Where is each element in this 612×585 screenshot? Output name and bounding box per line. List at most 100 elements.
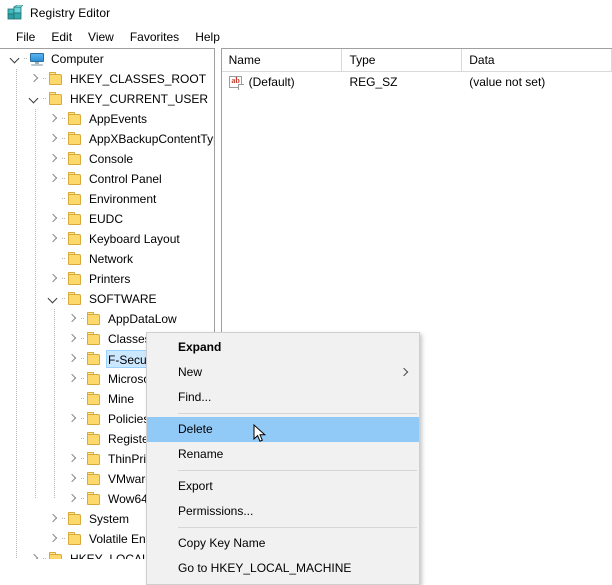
context-menu-item-label: New xyxy=(178,365,203,379)
tree-leaf-spacer xyxy=(46,189,62,209)
tree-item[interactable]: Control Panel xyxy=(0,169,214,189)
chevron-right-icon[interactable] xyxy=(65,469,81,489)
chevron-right-icon[interactable] xyxy=(46,509,62,529)
chevron-right-icon[interactable] xyxy=(65,409,81,429)
tree-item[interactable]: SOFTWARE xyxy=(0,289,214,309)
chevron-right-icon[interactable] xyxy=(65,329,81,349)
menu-edit[interactable]: Edit xyxy=(43,28,80,46)
chevron-right-icon[interactable] xyxy=(65,309,81,329)
context-menu-item-permissions[interactable]: Permissions... xyxy=(147,499,419,524)
folder-icon xyxy=(86,472,102,486)
context-menu-item-go-to-hkey-local-machine[interactable]: Go to HKEY_LOCAL_MACHINE xyxy=(147,556,419,581)
context-menu-separator xyxy=(178,527,417,528)
folder-icon xyxy=(48,92,64,106)
chevron-right-icon[interactable] xyxy=(65,489,81,509)
context-menu-separator xyxy=(178,470,417,471)
tree-item[interactable]: Printers xyxy=(0,269,214,289)
menu-favorites[interactable]: Favorites xyxy=(122,28,187,46)
tree-item[interactable]: Console xyxy=(0,149,214,169)
context-menu-item-label: Rename xyxy=(178,447,224,461)
tree-guide-line xyxy=(35,109,36,499)
context-menu-item-export[interactable]: Export xyxy=(147,474,419,499)
window-title: Registry Editor xyxy=(30,6,111,20)
chevron-down-icon[interactable] xyxy=(27,89,43,109)
chevron-down-icon[interactable] xyxy=(46,289,62,309)
chevron-right-icon[interactable] xyxy=(46,529,62,549)
tree-item-label: System xyxy=(89,512,130,526)
folder-icon xyxy=(67,152,83,166)
folder-icon xyxy=(67,212,83,226)
chevron-right-icon[interactable] xyxy=(65,369,81,389)
tree-item-label: Printers xyxy=(89,272,131,286)
context-menu-item-new[interactable]: New xyxy=(147,360,419,385)
tree-item-label: Control Panel xyxy=(89,172,162,186)
tree-item[interactable]: HKEY_CURRENT_USER xyxy=(0,89,214,109)
menu-file[interactable]: File xyxy=(8,28,43,46)
value-name-cell: ab (Default) xyxy=(222,72,343,93)
folder-icon xyxy=(48,72,64,86)
menu-bar: File Edit View Favorites Help xyxy=(0,26,612,48)
context-menu-item-delete[interactable]: Delete xyxy=(147,417,419,442)
context-menu-item-find[interactable]: Find... xyxy=(147,385,419,410)
context-menu-item-label: Copy Key Name xyxy=(178,536,266,550)
chevron-right-icon[interactable] xyxy=(65,349,81,369)
tree-item[interactable]: Network xyxy=(0,249,214,269)
column-header-data[interactable]: Data xyxy=(462,49,612,72)
menu-help[interactable]: Help xyxy=(187,28,228,46)
folder-icon xyxy=(67,272,83,286)
chevron-right-icon[interactable] xyxy=(46,149,62,169)
menu-view[interactable]: View xyxy=(80,28,122,46)
tree-item[interactable]: EUDC xyxy=(0,209,214,229)
folder-icon xyxy=(67,512,83,526)
context-menu[interactable]: Expand New Find... Delete Rename Export Permis… xyxy=(146,332,420,585)
tree-item[interactable]: Keyboard Layout xyxy=(0,229,214,249)
chevron-right-icon[interactable] xyxy=(46,109,62,129)
column-header-type[interactable]: Type xyxy=(342,49,463,72)
context-menu-item-copy-key-name[interactable]: Copy Key Name xyxy=(147,531,419,556)
chevron-right-icon[interactable] xyxy=(46,229,62,249)
folder-icon xyxy=(86,432,102,446)
tree-item[interactable]: AppEvents xyxy=(0,109,214,129)
folder-icon xyxy=(67,132,83,146)
chevron-right-icon[interactable] xyxy=(27,69,43,89)
chevron-right-icon[interactable] xyxy=(46,129,62,149)
column-header-name[interactable]: Name xyxy=(222,49,343,72)
chevron-right-icon[interactable] xyxy=(65,449,81,469)
registry-editor-icon xyxy=(7,4,24,21)
string-value-icon: ab xyxy=(228,75,244,90)
chevron-right-icon[interactable] xyxy=(27,549,43,559)
tree-leaf-spacer xyxy=(65,429,81,449)
chevron-right-icon[interactable] xyxy=(46,209,62,229)
chevron-down-icon[interactable] xyxy=(8,49,24,69)
values-list: ab (Default) REG_SZ (value not set) xyxy=(222,72,612,93)
folder-icon xyxy=(86,412,102,426)
folder-icon xyxy=(86,332,102,346)
folder-icon xyxy=(86,392,102,406)
tree-guide-line xyxy=(54,309,55,499)
tree-item[interactable]: AppDataLow xyxy=(0,309,214,329)
tree-item[interactable]: Computer xyxy=(0,49,214,69)
tree-item[interactable]: Environment xyxy=(0,189,214,209)
chevron-right-icon[interactable] xyxy=(46,169,62,189)
value-row[interactable]: ab (Default) REG_SZ (value not set) xyxy=(222,72,612,93)
context-menu-item-expand[interactable]: Expand xyxy=(147,335,419,360)
value-data: (value not set) xyxy=(469,75,546,89)
tree-item-label: HKEY_CLASSES_ROOT xyxy=(70,72,207,86)
chevron-right-icon[interactable] xyxy=(46,269,62,289)
tree-item[interactable]: HKEY_CLASSES_ROOT xyxy=(0,69,214,89)
folder-icon xyxy=(67,192,83,206)
context-menu-item-rename[interactable]: Rename xyxy=(147,442,419,467)
tree-item[interactable]: AppXBackupContentTyp xyxy=(0,129,214,149)
folder-icon xyxy=(67,292,83,306)
tree-item-label: AppXBackupContentTyp xyxy=(89,132,215,146)
